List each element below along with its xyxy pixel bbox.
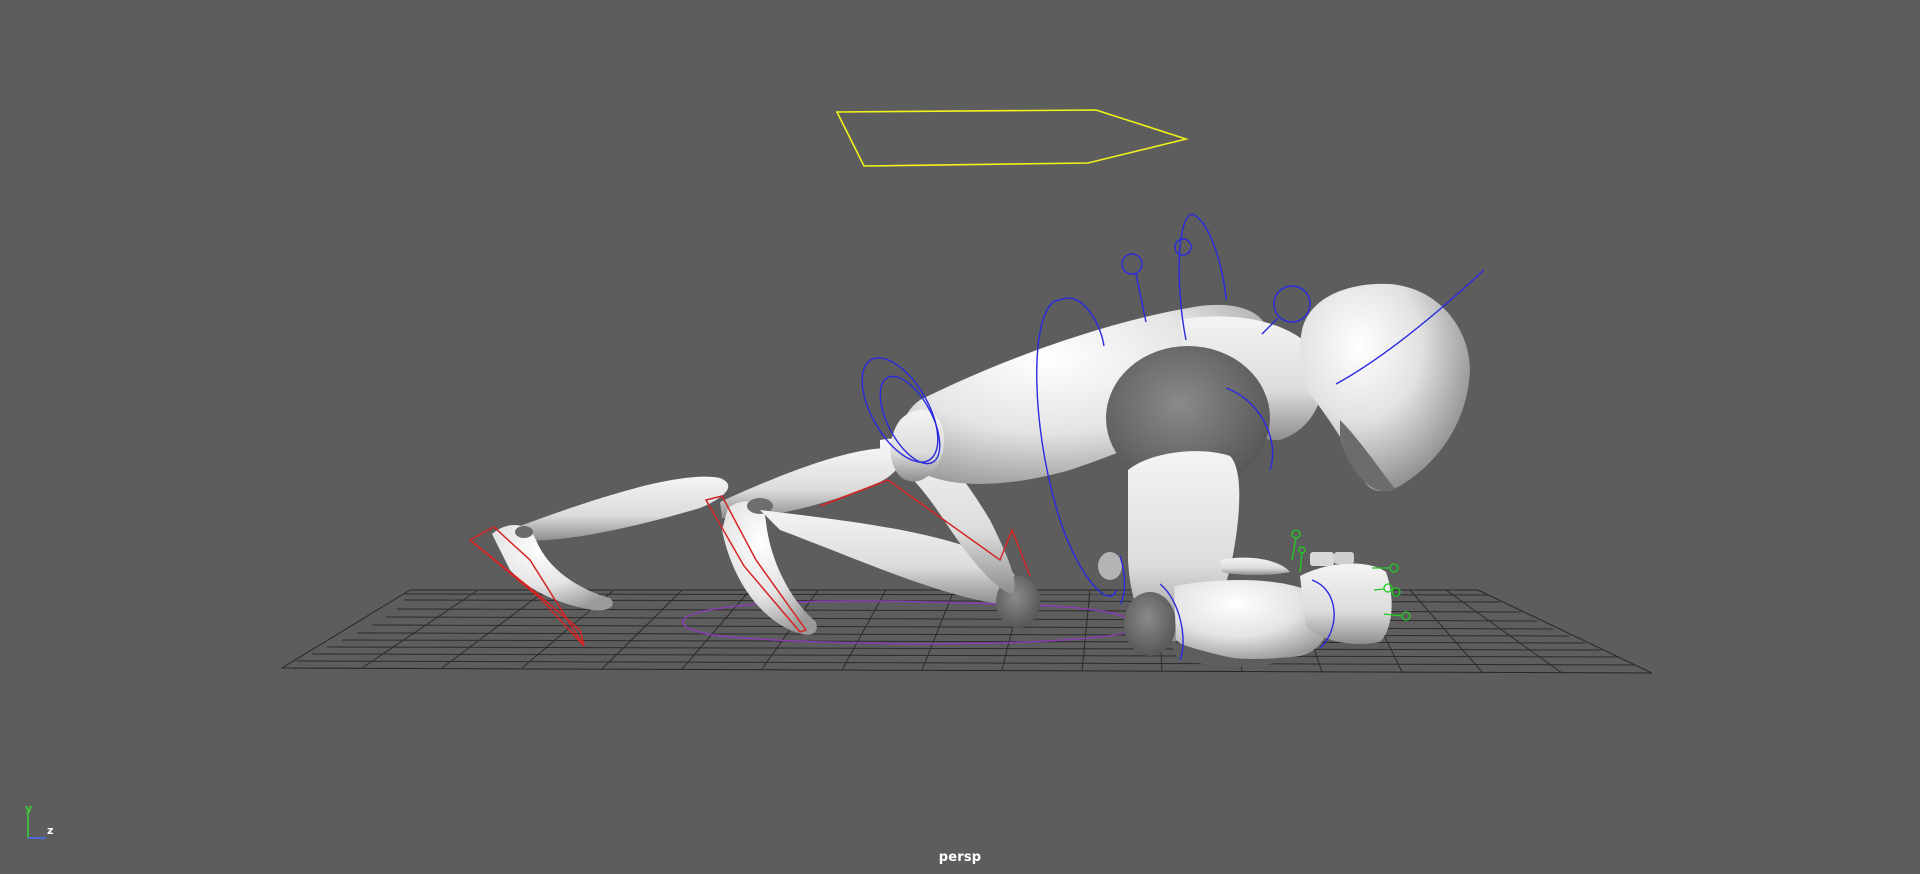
scene-canvas[interactable]	[0, 0, 1920, 874]
hip-pivot-curve[interactable]	[681, 600, 1134, 645]
elbow-joint	[1124, 592, 1176, 656]
camera-name-label: persp	[938, 850, 982, 865]
root-control-curve[interactable]	[835, 109, 1189, 167]
axis-y-label: y	[25, 802, 33, 815]
viewport-3d[interactable]: y z persp	[0, 0, 1920, 874]
axis-orientation-gizmo: y z	[18, 802, 62, 840]
head[interactable]	[1300, 283, 1470, 492]
ankle-joint	[515, 526, 533, 538]
axis-z-label: z	[47, 824, 54, 837]
